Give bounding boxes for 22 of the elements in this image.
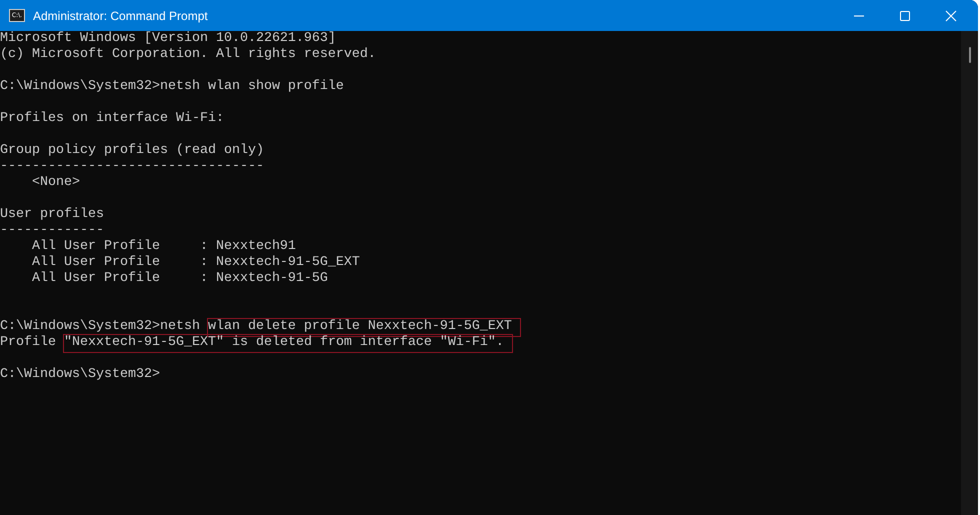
console-text: Profile bbox=[0, 335, 57, 351]
console-line: ------------- bbox=[0, 223, 105, 239]
console-line: (c) Microsoft Corporation. All rights reserved. bbox=[0, 47, 377, 63]
console-line: Group policy profiles (read only) bbox=[0, 143, 265, 159]
console-line: User profiles bbox=[0, 207, 105, 223]
console-line: <None> bbox=[30, 175, 81, 191]
console-line: All User Profile : Nexxtech-91-5G bbox=[30, 271, 329, 287]
scrollbar-thumb[interactable] bbox=[968, 47, 970, 63]
highlighted-text: "Nexxtech-91-5G_EXT" is deleted from interface "Wi-Fi". bbox=[64, 335, 512, 352]
console-line: C:\Windows\System32>netsh wlan show profile bbox=[0, 79, 345, 95]
console-line: Profiles on interface Wi-Fi: bbox=[0, 111, 225, 127]
maximize-icon bbox=[899, 10, 911, 22]
console-line: All User Profile : Nexxtech-91-5G_EXT bbox=[30, 255, 361, 271]
console-line: Microsoft Windows [Version 10.0.22621.963] bbox=[0, 31, 337, 47]
window-title: Administrator: Command Prompt bbox=[33, 8, 208, 22]
close-icon bbox=[945, 10, 957, 22]
console-text: C:\Windows\System32>netsh bbox=[0, 319, 201, 335]
console-line: --------------------------------- bbox=[0, 159, 265, 175]
console-line: All User Profile : Nexxtech91 bbox=[30, 239, 297, 255]
highlighted-text: wlan delete profile Nexxtech-91-5G_EXT bbox=[208, 319, 520, 336]
scrollbar[interactable] bbox=[961, 31, 978, 515]
console-line: C:\Windows\System32> bbox=[0, 367, 161, 383]
